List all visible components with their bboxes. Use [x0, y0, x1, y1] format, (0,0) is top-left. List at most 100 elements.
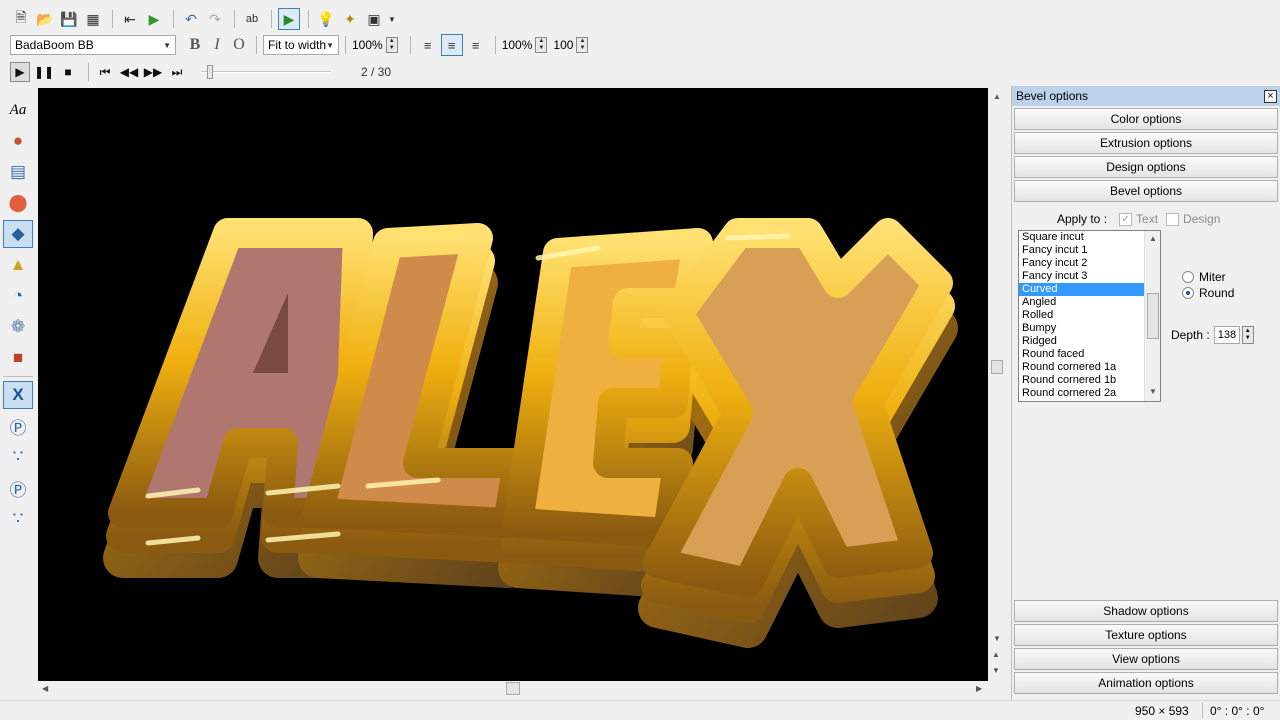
list-item[interactable]: Round cornered 2a	[1019, 387, 1160, 400]
canvas-vertical-scrollbar[interactable]: ▲ ▼ ▲ ▼	[989, 88, 1005, 681]
scroll-page-down-icon[interactable]: ▼	[992, 666, 1000, 675]
palette-icon[interactable]: ●	[3, 127, 33, 155]
rotate-x-1-icon[interactable]: Ⓟ	[3, 412, 33, 440]
chevron-down-icon: ▼	[163, 40, 171, 50]
scroll-page-up-icon[interactable]: ▲	[992, 650, 1000, 659]
fit-select[interactable]: Fit to width ▼	[263, 35, 339, 55]
miter-radio[interactable]	[1182, 271, 1194, 283]
shapes-icon[interactable]: ▲	[3, 251, 33, 279]
wand-icon[interactable]: ✦	[339, 8, 361, 30]
bevel-options-button[interactable]: Bevel options	[1014, 180, 1278, 202]
text-tool-icon[interactable]: Aa	[3, 96, 33, 124]
previous-frame-icon[interactable]: ◀◀	[119, 62, 139, 82]
list-item[interactable]: Square incut	[1019, 231, 1160, 244]
scroll-up-icon[interactable]: ▲	[993, 92, 1001, 101]
rotate-x-2-icon[interactable]: ∵	[3, 443, 33, 471]
rotate-x-3-icon[interactable]: Ⓟ	[3, 474, 33, 502]
animation-options-button[interactable]: Animation options	[1014, 672, 1278, 694]
list-item[interactable]: Fancy incut 1	[1019, 244, 1160, 257]
width-scale-stepper[interactable]: 100% ▲ ▼	[502, 37, 548, 53]
outline-button[interactable]: O	[228, 36, 250, 54]
bevel-style-list[interactable]: Square incut Fancy incut 1 Fancy incut 2…	[1018, 230, 1161, 402]
letter-e	[503, 228, 713, 548]
miter-option[interactable]: Miter	[1182, 270, 1226, 284]
list-item[interactable]: Round cornered 1a	[1019, 361, 1160, 374]
list-item-selected[interactable]: Curved	[1019, 283, 1144, 296]
align-left-icon[interactable]: ≡	[417, 34, 439, 56]
scroll-down-icon[interactable]: ▼	[1149, 387, 1157, 396]
spin-arrows-icon[interactable]: ▲ ▼	[385, 37, 398, 53]
chevron-down-icon[interactable]: ▼	[387, 8, 397, 30]
spin-arrows-icon[interactable]: ▲ ▼	[576, 37, 589, 53]
render-icon[interactable]: ■	[3, 344, 33, 372]
apply-design-checkbox[interactable]	[1166, 212, 1180, 226]
apply-text-checkbox[interactable]: ✓	[1119, 212, 1133, 226]
extrusion-icon[interactable]: ▤	[3, 158, 33, 186]
list-item[interactable]: Bumpy	[1019, 322, 1160, 335]
rotate-x-4-icon[interactable]: ∵	[3, 505, 33, 533]
italic-button[interactable]: I	[206, 36, 228, 54]
redo-icon[interactable]: ↷	[204, 8, 226, 30]
scroll-thumb[interactable]	[991, 360, 1003, 374]
effects-icon[interactable]: ❁	[3, 313, 33, 341]
scroll-up-icon[interactable]: ▲	[1149, 234, 1157, 243]
depth-input[interactable]: 138	[1213, 326, 1240, 344]
canvas-horizontal-scrollbar[interactable]: ◀ ▶	[38, 681, 989, 697]
new-icon[interactable]: 🗎	[10, 8, 32, 30]
save-icon[interactable]: 💾	[58, 8, 80, 30]
extrusion-options-button[interactable]: Extrusion options	[1014, 132, 1278, 154]
import-icon[interactable]: ⇤	[119, 8, 141, 30]
align-right-icon[interactable]: ≡	[465, 34, 487, 56]
shadow-options-button[interactable]: Shadow options	[1014, 600, 1278, 622]
list-item[interactable]: Angled	[1019, 296, 1160, 309]
stop-icon[interactable]: ■	[58, 62, 78, 82]
timeline-slider[interactable]	[201, 62, 331, 82]
play-icon[interactable]: ▶	[10, 62, 30, 82]
last-frame-icon[interactable]: ⏭	[167, 62, 187, 82]
color-options-button[interactable]: Color options	[1014, 108, 1278, 130]
list-item[interactable]: Ridged	[1019, 335, 1160, 348]
first-frame-icon[interactable]: ⏮	[95, 62, 115, 82]
list-item[interactable]: Rolled	[1019, 309, 1160, 322]
next-frame-icon[interactable]: ▶▶	[143, 62, 163, 82]
pause-icon[interactable]: ❚❚	[34, 62, 54, 82]
align-center-icon[interactable]: ≡	[440, 34, 463, 56]
design-options-button[interactable]: Design options	[1014, 156, 1278, 178]
bold-button[interactable]: B	[184, 36, 206, 54]
list-item[interactable]: Fancy incut 2	[1019, 257, 1160, 270]
open-icon[interactable]: 📂	[34, 8, 56, 30]
scroll-left-icon[interactable]: ◀	[42, 684, 48, 693]
spacing-stepper[interactable]: 100 ▲ ▼	[553, 37, 589, 53]
round-option[interactable]: Round	[1182, 286, 1234, 300]
close-icon[interactable]: ×	[1264, 89, 1277, 103]
undo-icon[interactable]: ↶	[180, 8, 202, 30]
font-select[interactable]: BadaBoom BB ▼	[10, 35, 176, 55]
texture-options-button[interactable]: Texture options	[1014, 624, 1278, 646]
globe-icon[interactable]: ◔	[3, 282, 33, 310]
list-item[interactable]: Round faced	[1019, 348, 1160, 361]
list-item[interactable]: Fancy incut 3	[1019, 270, 1160, 283]
save-all-icon[interactable]: ▦	[82, 8, 104, 30]
sphere-icon[interactable]: ⬤	[3, 189, 33, 217]
bevel-tool-icon[interactable]: ◆	[3, 220, 33, 248]
spin-arrows-icon[interactable]: ▲ ▼	[535, 37, 548, 53]
spellcheck-icon[interactable]: ab	[241, 8, 263, 30]
scroll-down-icon[interactable]: ▼	[993, 634, 1001, 643]
list-item[interactable]: Round cornered 1b	[1019, 374, 1160, 387]
slider-thumb[interactable]	[207, 65, 213, 79]
zoom-stepper[interactable]: 100% ▲ ▼	[352, 37, 398, 53]
bulb-icon[interactable]: 💡	[315, 8, 337, 30]
round-radio[interactable]	[1182, 287, 1194, 299]
spin-arrows-icon[interactable]: ▲ ▼	[1241, 326, 1254, 344]
preview-canvas[interactable]	[38, 88, 988, 681]
tool-palette: Aa ● ▤ ⬤ ◆ ▲ ◔ ❁ ■ X Ⓟ ∵ Ⓟ ∵	[0, 96, 36, 536]
scroll-thumb[interactable]	[506, 682, 520, 695]
scroll-right-icon[interactable]: ▶	[976, 684, 982, 693]
animation-icon[interactable]: ▶	[278, 8, 300, 30]
scroll-thumb[interactable]	[1147, 293, 1159, 339]
export-icon[interactable]: ▶	[143, 8, 165, 30]
list-scrollbar[interactable]: ▲ ▼	[1144, 231, 1160, 401]
view-options-button[interactable]: View options	[1014, 648, 1278, 670]
x-rotation-icon[interactable]: X	[3, 381, 33, 409]
window-icon[interactable]: ▣	[363, 8, 385, 30]
